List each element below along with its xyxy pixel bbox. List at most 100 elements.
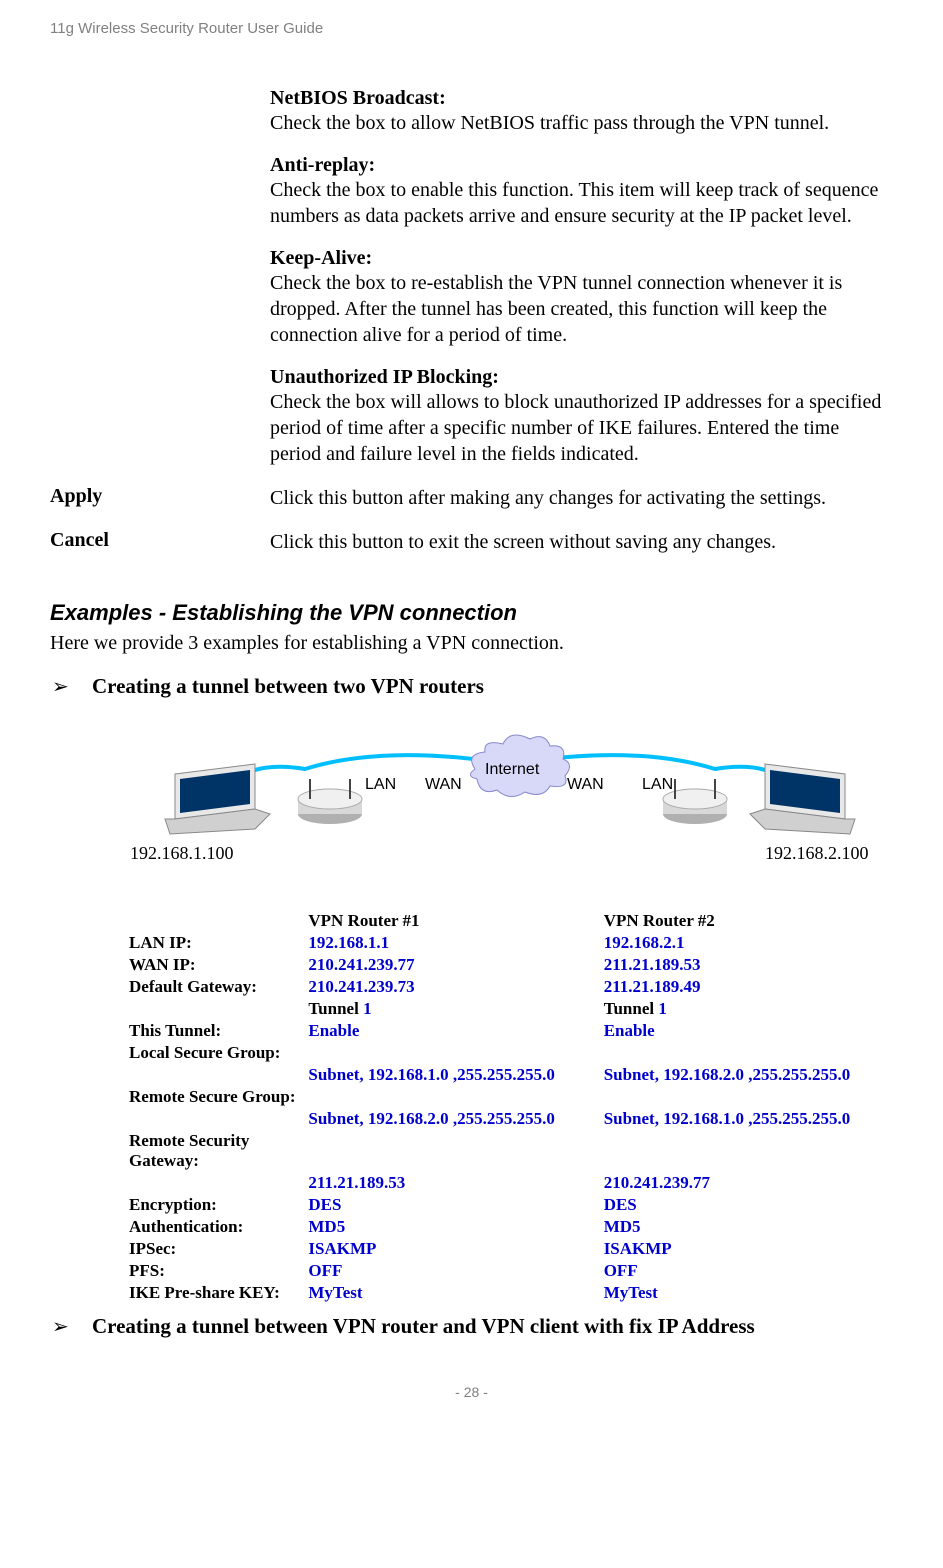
table-cell-value: MD5 bbox=[304, 1216, 599, 1238]
table-cell-value bbox=[304, 1086, 599, 1108]
table-cell-label: PFS: bbox=[125, 1260, 304, 1282]
definition-body: Check the box will allows to block unaut… bbox=[270, 391, 881, 465]
row-cancel: Cancel Click this button to exit the scr… bbox=[50, 529, 893, 555]
table-row: Authentication:MD5MD5 bbox=[125, 1216, 895, 1238]
table-cell-value bbox=[304, 1130, 599, 1172]
table-cell-value: 210.241.239.77 bbox=[600, 1172, 895, 1194]
table-cell-label: Local Secure Group: bbox=[125, 1042, 304, 1064]
table-cell-value: Enable bbox=[304, 1020, 599, 1042]
table-cell-value: MyTest bbox=[304, 1282, 599, 1304]
bullet-item-two-routers: ➢ Creating a tunnel between two VPN rout… bbox=[50, 674, 893, 699]
diagram-ip-right: 192.168.2.100 bbox=[765, 843, 869, 863]
table-cell-label: This Tunnel: bbox=[125, 1020, 304, 1042]
row-label: Apply bbox=[50, 485, 270, 511]
table-cell-label bbox=[125, 998, 304, 1020]
table-cell-value: Subnet, 192.168.2.0 ,255.255.255.0 bbox=[600, 1064, 895, 1086]
table-cell-value: MD5 bbox=[600, 1216, 895, 1238]
table-cell-label bbox=[125, 1172, 304, 1194]
definition-anti-replay: Anti-replay: Check the box to enable thi… bbox=[270, 154, 893, 229]
bullet-item-router-client: ➢ Creating a tunnel between VPN router a… bbox=[50, 1314, 893, 1339]
definition-unauthorized-ip: Unauthorized IP Blocking: Check the box … bbox=[270, 366, 893, 467]
row-label: Cancel bbox=[50, 529, 270, 555]
table-cell-value: DES bbox=[600, 1194, 895, 1216]
table-row: LAN IP:192.168.1.1192.168.2.1 bbox=[125, 932, 895, 954]
table-cell-value: 192.168.1.1 bbox=[304, 932, 599, 954]
table-cell-value: OFF bbox=[600, 1260, 895, 1282]
table-cell-label bbox=[125, 1064, 304, 1086]
definition-body: Check the box to enable this function. T… bbox=[270, 179, 878, 227]
table-cell-label: LAN IP: bbox=[125, 932, 304, 954]
table-row: Default Gateway:210.241.239.73211.21.189… bbox=[125, 976, 895, 998]
table-header-row: VPN Router #1 VPN Router #2 bbox=[125, 910, 895, 932]
section-heading: Examples - Establishing the VPN connecti… bbox=[50, 600, 893, 626]
table-row: 211.21.189.53210.241.239.77 bbox=[125, 1172, 895, 1194]
table-cell-value: DES bbox=[304, 1194, 599, 1216]
table-cell-label: Encryption: bbox=[125, 1194, 304, 1216]
bullet-arrow-icon: ➢ bbox=[50, 1314, 92, 1339]
network-diagram-icon: 192.168.1.100 LAN WAN Internet WAN LAN bbox=[125, 714, 895, 904]
page-footer: - 28 - bbox=[50, 1384, 893, 1400]
definition-netbios: NetBIOS Broadcast: Check the box to allo… bbox=[270, 87, 893, 136]
table-row: PFS:OFFOFF bbox=[125, 1260, 895, 1282]
table-cell-value bbox=[304, 1042, 599, 1064]
row-apply: Apply Click this button after making any… bbox=[50, 485, 893, 511]
diagram-label-wan-right: WAN bbox=[567, 776, 604, 793]
diagram-label-lan-left: LAN bbox=[365, 776, 396, 793]
table-row: Remote Security Gateway: bbox=[125, 1130, 895, 1172]
definition-body: Check the box to allow NetBIOS traffic p… bbox=[270, 112, 829, 134]
table-cell-value: Tunnel 1 bbox=[304, 998, 599, 1020]
definition-heading: Keep-Alive: bbox=[270, 247, 372, 269]
page-header: 11g Wireless Security Router User Guide bbox=[50, 20, 893, 37]
table-cell-value: MyTest bbox=[600, 1282, 895, 1304]
vpn-topology-figure: 192.168.1.100 LAN WAN Internet WAN LAN bbox=[125, 714, 893, 1304]
table-cell: VPN Router #2 bbox=[600, 910, 895, 932]
table-cell: VPN Router #1 bbox=[304, 910, 599, 932]
bullet-arrow-icon: ➢ bbox=[50, 674, 92, 699]
definition-heading: Unauthorized IP Blocking: bbox=[270, 366, 499, 388]
table-cell-label bbox=[125, 1108, 304, 1130]
table-row: Tunnel 1Tunnel 1 bbox=[125, 998, 895, 1020]
table-cell-label: WAN IP: bbox=[125, 954, 304, 976]
vpn-config-table: VPN Router #1 VPN Router #2 LAN IP:192.1… bbox=[125, 910, 895, 1304]
diagram-ip-left: 192.168.1.100 bbox=[130, 843, 234, 863]
definition-keep-alive: Keep-Alive: Check the box to re-establis… bbox=[270, 247, 893, 348]
table-cell-label: IPSec: bbox=[125, 1238, 304, 1260]
row-text: Click this button after making any chang… bbox=[270, 485, 893, 511]
table-cell-value: Subnet, 192.168.2.0 ,255.255.255.0 bbox=[304, 1108, 599, 1130]
table-cell-value: 210.241.239.73 bbox=[304, 976, 599, 998]
table-cell-value: 211.21.189.53 bbox=[600, 954, 895, 976]
table-row: Local Secure Group: bbox=[125, 1042, 895, 1064]
table-cell-label: Default Gateway: bbox=[125, 976, 304, 998]
table-cell-label: Remote Secure Group: bbox=[125, 1086, 304, 1108]
table-cell-value bbox=[600, 1130, 895, 1172]
table-cell-label: Authentication: bbox=[125, 1216, 304, 1238]
table-cell-value: Subnet, 192.168.1.0 ,255.255.255.0 bbox=[600, 1108, 895, 1130]
table-row: Subnet, 192.168.1.0 ,255.255.255.0Subnet… bbox=[125, 1064, 895, 1086]
table-cell-value: Enable bbox=[600, 1020, 895, 1042]
diagram-label-internet: Internet bbox=[485, 761, 540, 778]
row-text: Click this button to exit the screen wit… bbox=[270, 529, 893, 555]
table-cell bbox=[125, 910, 304, 932]
table-cell-value: 211.21.189.53 bbox=[304, 1172, 599, 1194]
diagram-label-lan-right: LAN bbox=[642, 776, 673, 793]
diagram-label-wan-left: WAN bbox=[425, 776, 462, 793]
table-row: Encryption:DESDES bbox=[125, 1194, 895, 1216]
table-cell-value bbox=[600, 1042, 895, 1064]
table-cell-value: Tunnel 1 bbox=[600, 998, 895, 1020]
table-cell-value: 192.168.2.1 bbox=[600, 932, 895, 954]
table-cell-value: Subnet, 192.168.1.0 ,255.255.255.0 bbox=[304, 1064, 599, 1086]
table-row: Subnet, 192.168.2.0 ,255.255.255.0Subnet… bbox=[125, 1108, 895, 1130]
table-cell-value: OFF bbox=[304, 1260, 599, 1282]
table-row: Remote Secure Group: bbox=[125, 1086, 895, 1108]
definition-heading: Anti-replay: bbox=[270, 154, 375, 176]
section-intro: Here we provide 3 examples for establish… bbox=[50, 630, 893, 656]
bullet-text: Creating a tunnel between two VPN router… bbox=[92, 674, 893, 699]
table-row: WAN IP:210.241.239.77211.21.189.53 bbox=[125, 954, 895, 976]
bullet-text: Creating a tunnel between VPN router and… bbox=[92, 1314, 893, 1339]
table-cell-value: 211.21.189.49 bbox=[600, 976, 895, 998]
table-cell-value: 210.241.239.77 bbox=[304, 954, 599, 976]
definition-body: Check the box to re-establish the VPN tu… bbox=[270, 272, 842, 346]
table-cell-value: ISAKMP bbox=[600, 1238, 895, 1260]
table-cell-label: IKE Pre-share KEY: bbox=[125, 1282, 304, 1304]
table-cell-value bbox=[600, 1086, 895, 1108]
